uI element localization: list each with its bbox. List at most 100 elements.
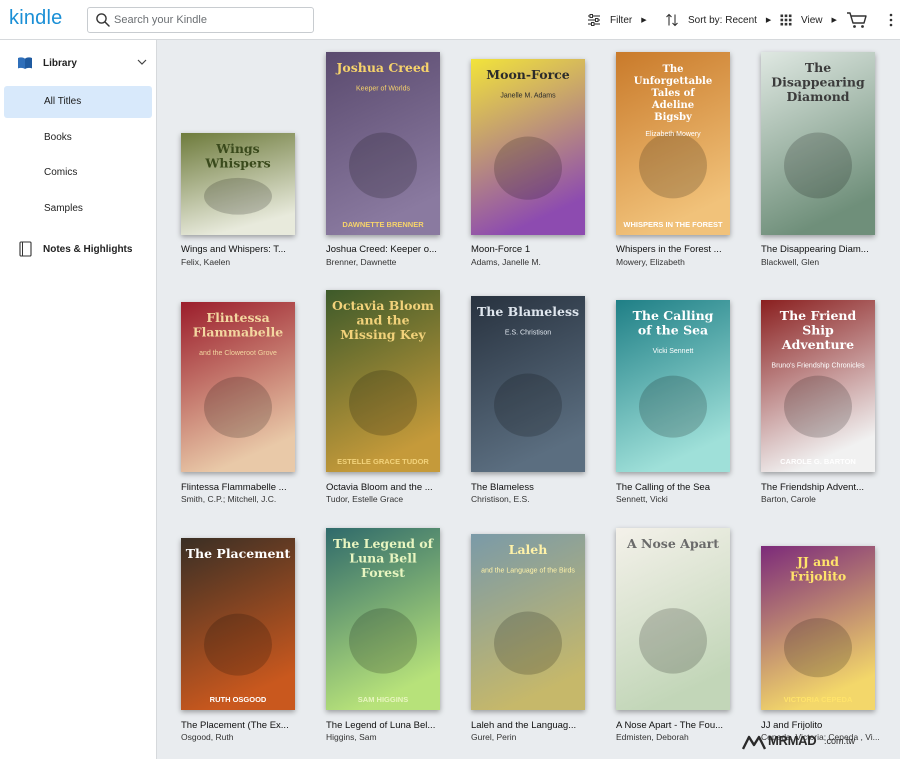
- book-author: Edmisten, Deborah: [616, 732, 689, 742]
- book-cover[interactable]: The Blameless E.S. Christison: [471, 296, 585, 472]
- book-author: Adams, Janelle M.: [471, 257, 541, 267]
- sidebar-item-label: Samples: [44, 203, 83, 214]
- sidebar-item-comics[interactable]: Comics: [4, 157, 152, 189]
- sort-button[interactable]: Sort by: Recent ▶: [665, 10, 771, 30]
- cover-author: SAM HIGGINS: [358, 695, 408, 704]
- book-title[interactable]: Whispers in the Forest ...: [616, 244, 736, 255]
- sidebar-library-header[interactable]: Library: [0, 52, 157, 76]
- book-title[interactable]: The Blameless: [471, 482, 591, 493]
- filter-label: Filter: [610, 14, 633, 26]
- search-input[interactable]: [114, 11, 310, 29]
- book-cover[interactable]: JJ and Frijolito VICTORIA CEPEDA: [761, 546, 875, 710]
- book-title[interactable]: Wings and Whispers: T...: [181, 244, 301, 255]
- cover-title-line: Diamond: [786, 89, 849, 104]
- cover-title-line: Moon-Force: [486, 67, 570, 82]
- book-cover[interactable]: A Nose Apart: [616, 528, 730, 710]
- mrmad-logo-icon: [742, 735, 766, 750]
- book-title[interactable]: The Calling of the Sea: [616, 482, 736, 493]
- book-cover-art: The Blameless E.S. Christison: [471, 296, 585, 472]
- book-author: Brenner, Dawnette: [326, 257, 397, 267]
- book-cover-art: A Nose Apart: [616, 528, 730, 710]
- book-cover-art: The Legend ofLuna BellForest SAM HIGGINS: [326, 528, 440, 710]
- cover-title-line: Adeline: [651, 100, 694, 111]
- sidebar: Library All Titles Books Comics Samples …: [0, 40, 157, 759]
- cover-subtitle: Janelle M. Adams: [500, 93, 556, 100]
- sidebar-notes-highlights[interactable]: Notes & Highlights: [0, 238, 157, 262]
- book-title[interactable]: The Disappearing Diam...: [761, 244, 881, 255]
- cover-author: WHISPERS IN THE FOREST: [623, 220, 723, 229]
- cover-title-line: Frijolito: [790, 569, 846, 584]
- view-button[interactable]: View ▶: [780, 10, 837, 30]
- watermark-brand: MRMAD: [768, 733, 817, 748]
- cover-title-line: The Placement: [186, 546, 291, 561]
- search-box[interactable]: [87, 7, 314, 33]
- book-cover[interactable]: The Unforgettable Tales of Adeline Bigsby Eli…: [616, 52, 730, 235]
- book-cover[interactable]: Moon-Force Janelle M. Adams: [471, 59, 585, 235]
- cover-author: DAWNETTE BRENNER: [342, 220, 424, 229]
- book-author: Higgins, Sam: [326, 732, 377, 742]
- book-cover[interactable]: The Legend of Luna Bell Forest SAM HIGGINS: [326, 528, 440, 710]
- cover-author: ESTELLE GRACE TUDOR: [337, 457, 429, 466]
- book-title[interactable]: Joshua Creed: Keeper o...: [326, 244, 446, 255]
- sidebar-notes-label: Notes & Highlights: [43, 244, 133, 255]
- cover-author: RUTH OSGOOD: [210, 695, 267, 704]
- book-cover-art: Moon-Force Janelle M. Adams: [471, 59, 585, 235]
- book-cover[interactable]: Laleh and the Language of the Birds: [471, 534, 585, 710]
- kindle-logo[interactable]: kindle: [9, 7, 62, 30]
- more-options-icon[interactable]: [886, 11, 896, 29]
- notebook-icon: [19, 241, 32, 257]
- book-cover[interactable]: The Calling of the Sea Vicki Sennett: [616, 300, 730, 472]
- book-cover[interactable]: The Friend Ship Adventure Bruno's Friendshi…: [761, 300, 875, 472]
- cover-title-line: Ship: [802, 323, 834, 338]
- sidebar-library-label: Library: [43, 58, 77, 69]
- book-author: Tudor, Estelle Grace: [326, 494, 404, 504]
- book-cover[interactable]: The Placement RUTH OSGOOD: [181, 538, 295, 710]
- sidebar-item-label: All Titles: [44, 96, 82, 107]
- book-cover[interactable]: The Disappearing Diamond: [761, 52, 875, 235]
- cover-title-line: Wings: [215, 141, 259, 156]
- cover-title-line: Luna Bell: [349, 551, 417, 566]
- book-title[interactable]: Octavia Bloom and the ...: [326, 482, 446, 493]
- cover-title-line: Flammabelle: [193, 325, 283, 340]
- cover-title-line: Forest: [361, 565, 405, 580]
- book-author: Gurel, Perin: [471, 732, 517, 742]
- sort-arrows-icon: [666, 13, 678, 27]
- book-title[interactable]: The Placement (The Ex...: [181, 720, 301, 731]
- book-title[interactable]: The Friendship Advent...: [761, 482, 881, 493]
- cover-title-line: Joshua Creed: [335, 60, 429, 75]
- book-title[interactable]: Flintessa Flammabelle ...: [181, 482, 301, 493]
- sidebar-item-samples[interactable]: Samples: [4, 193, 152, 225]
- cover-subtitle: and the Cloweroot Grove: [199, 350, 277, 357]
- book-author: Sennett, Vicki: [616, 494, 668, 504]
- book-cover-art: The Callingof the Sea Vicki Sennett: [616, 300, 730, 472]
- book-cover[interactable]: Joshua Creed Keeper of Worlds DAWNETTE BRE…: [326, 52, 440, 235]
- filter-sliders-icon: [588, 14, 600, 26]
- book-cover-art: TheUnforgettableTales ofAdelineBigsby Eli…: [616, 52, 730, 235]
- book-title[interactable]: Moon-Force 1: [471, 244, 591, 255]
- cover-title-line: The: [805, 60, 831, 75]
- book-cover-art: The Placement RUTH OSGOOD: [181, 538, 295, 710]
- cover-title-line: Bigsby: [654, 112, 693, 123]
- sidebar-item-all-titles[interactable]: All Titles: [4, 86, 152, 118]
- cover-title-line: Octavia Bloom: [332, 298, 434, 313]
- book-title[interactable]: A Nose Apart - The Fou...: [616, 720, 736, 731]
- book-cover[interactable]: Octavia Bloom and the Missing Key ESTELLE G…: [326, 290, 440, 472]
- caret-right-icon: ▶: [641, 17, 647, 24]
- cover-title-line: Unforgettable: [634, 76, 712, 87]
- caret-right-icon: ▶: [765, 17, 772, 24]
- book-cover-art: Laleh and the Language of the Birds: [471, 534, 585, 710]
- book-title[interactable]: JJ and Frijolito: [761, 720, 881, 731]
- sort-label: Sort by: Recent: [688, 14, 757, 26]
- book-author: Christison, E.S.: [471, 494, 530, 504]
- cover-subtitle: Elizabeth Mowery: [645, 131, 701, 138]
- book-title[interactable]: Laleh and the Languag...: [471, 720, 591, 731]
- filter-button[interactable]: Filter ▶: [587, 10, 647, 30]
- book-cover[interactable]: Wings Whispers: [181, 133, 295, 235]
- shopping-cart-icon[interactable]: [846, 11, 868, 29]
- chevron-down-icon: [137, 59, 147, 65]
- watermark-domain: .com.tw: [824, 736, 856, 746]
- book-title[interactable]: The Legend of Luna Bel...: [326, 720, 446, 731]
- book-cover-art: FlintessaFlammabelle and the Cloweroot Gr…: [181, 302, 295, 472]
- book-cover[interactable]: Flintessa Flammabelle and the Cloweroot Gr…: [181, 302, 295, 472]
- sidebar-item-books[interactable]: Books: [4, 122, 152, 154]
